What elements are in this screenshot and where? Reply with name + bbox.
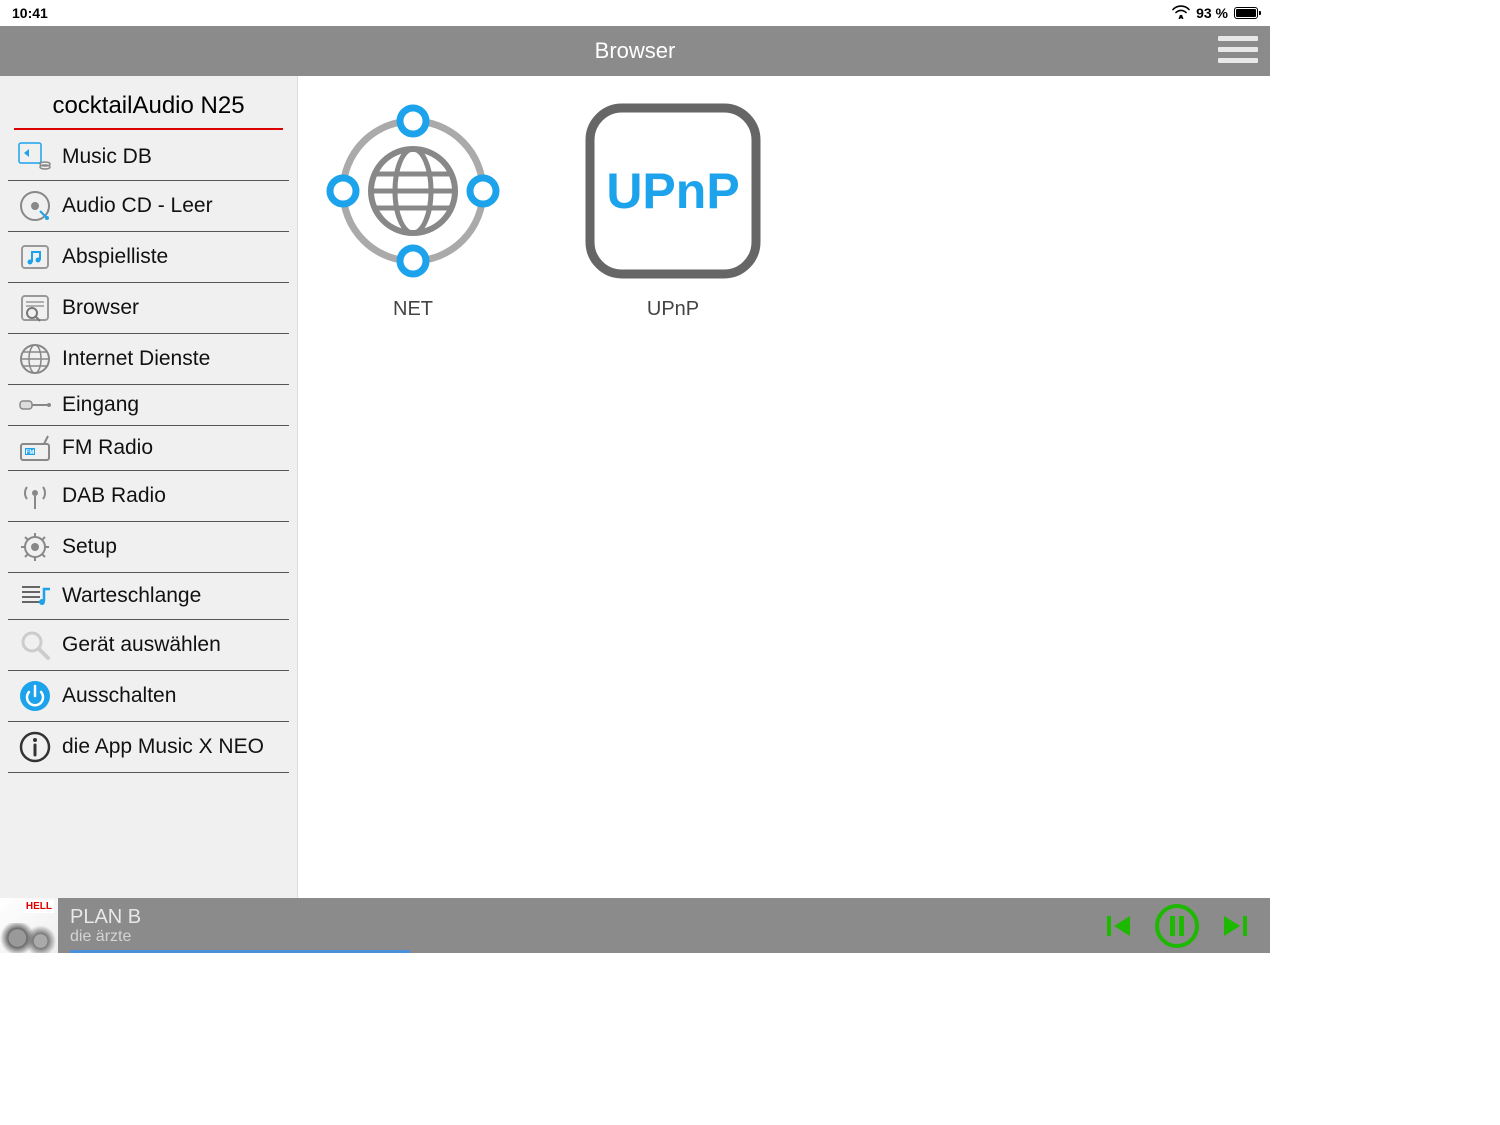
play-pause-button[interactable] bbox=[1154, 903, 1200, 949]
sidebar-item-label: Warteschlange bbox=[62, 584, 201, 608]
next-track-button[interactable] bbox=[1220, 911, 1250, 941]
sidebar-item-label: DAB Radio bbox=[62, 484, 166, 508]
input-icon bbox=[16, 395, 54, 415]
sidebar-item-label: Internet Dienste bbox=[62, 347, 210, 371]
upnp-icon: UPnP bbox=[578, 96, 768, 286]
info-icon bbox=[16, 730, 54, 764]
sidebar-item-label: Browser bbox=[62, 296, 139, 320]
sidebar-item-internet[interactable]: Internet Dienste bbox=[8, 334, 289, 385]
sidebar-item-label: Setup bbox=[62, 535, 117, 559]
sidebar: cocktailAudio N25 Music DB bbox=[0, 76, 298, 898]
sidebar-item-playlist[interactable]: Abspielliste bbox=[8, 232, 289, 283]
album-badge: HELL bbox=[24, 900, 54, 913]
browser-item-label: NET bbox=[308, 298, 518, 321]
browser-item-net[interactable]: NET bbox=[308, 96, 518, 321]
sidebar-item-about-app[interactable]: die App Music X NEO bbox=[8, 722, 289, 773]
browser-item-label: UPnP bbox=[568, 298, 778, 321]
album-art: HELL bbox=[0, 898, 58, 953]
sidebar-item-audio-cd[interactable]: Audio CD - Leer bbox=[8, 181, 289, 232]
queue-icon bbox=[16, 581, 54, 611]
menu-icon[interactable] bbox=[1218, 36, 1258, 63]
music-db-icon bbox=[16, 142, 54, 172]
power-icon bbox=[16, 679, 54, 713]
sidebar-item-browser[interactable]: Browser bbox=[8, 283, 289, 334]
sidebar-item-queue[interactable]: Warteschlange bbox=[8, 573, 289, 620]
sidebar-item-label: Music DB bbox=[62, 145, 152, 169]
sidebar-item-music-db[interactable]: Music DB bbox=[8, 134, 289, 181]
track-artist: die ärzte bbox=[70, 928, 1104, 946]
sidebar-item-input[interactable]: Eingang bbox=[8, 385, 289, 426]
fm-radio-icon: FM bbox=[16, 434, 54, 462]
sidebar-item-label: Eingang bbox=[62, 393, 139, 417]
sidebar-item-label: die App Music X NEO bbox=[62, 735, 264, 759]
track-title: PLAN B bbox=[70, 906, 1104, 928]
playlist-icon bbox=[16, 240, 54, 274]
svg-text:FM: FM bbox=[26, 450, 35, 456]
sidebar-item-label: Ausschalten bbox=[62, 684, 176, 708]
sidebar-item-select-device[interactable]: Gerät auswählen bbox=[8, 620, 289, 671]
browser-grid: NET UPnP UPnP bbox=[298, 76, 1270, 898]
sidebar-item-dab-radio[interactable]: DAB Radio bbox=[8, 471, 289, 522]
sidebar-item-setup[interactable]: Setup bbox=[8, 522, 289, 573]
sidebar-item-label: Gerät auswählen bbox=[62, 633, 221, 657]
net-icon bbox=[318, 96, 508, 286]
battery-percent: 93 % bbox=[1196, 5, 1228, 21]
wifi-icon bbox=[1172, 5, 1190, 22]
battery-icon bbox=[1234, 7, 1258, 19]
browser-item-upnp[interactable]: UPnP UPnP bbox=[568, 96, 778, 321]
search-icon bbox=[16, 628, 54, 662]
playback-progress[interactable] bbox=[70, 950, 410, 953]
track-info: PLAN B die ärzte bbox=[70, 906, 1104, 946]
gear-icon bbox=[16, 530, 54, 564]
cd-icon bbox=[16, 189, 54, 223]
svg-text:UPnP: UPnP bbox=[606, 163, 739, 219]
device-name: cocktailAudio N25 bbox=[0, 82, 297, 128]
sidebar-item-power-off[interactable]: Ausschalten bbox=[8, 671, 289, 722]
divider bbox=[14, 128, 283, 130]
sidebar-item-label: Abspielliste bbox=[62, 245, 168, 269]
dab-radio-icon bbox=[16, 479, 54, 513]
sidebar-item-fm-radio[interactable]: FM FM Radio bbox=[8, 426, 289, 471]
header-bar: Browser bbox=[0, 26, 1270, 76]
now-playing-bar[interactable]: HELL PLAN B die ärzte bbox=[0, 898, 1270, 953]
previous-track-button[interactable] bbox=[1104, 911, 1134, 941]
sidebar-item-label: FM Radio bbox=[62, 436, 153, 460]
browser-icon bbox=[16, 291, 54, 325]
globe-icon bbox=[16, 342, 54, 376]
page-title: Browser bbox=[595, 38, 676, 64]
status-time: 10:41 bbox=[12, 5, 48, 21]
sidebar-item-label: Audio CD - Leer bbox=[62, 194, 213, 218]
ios-status-bar: 10:41 93 % bbox=[0, 0, 1270, 26]
